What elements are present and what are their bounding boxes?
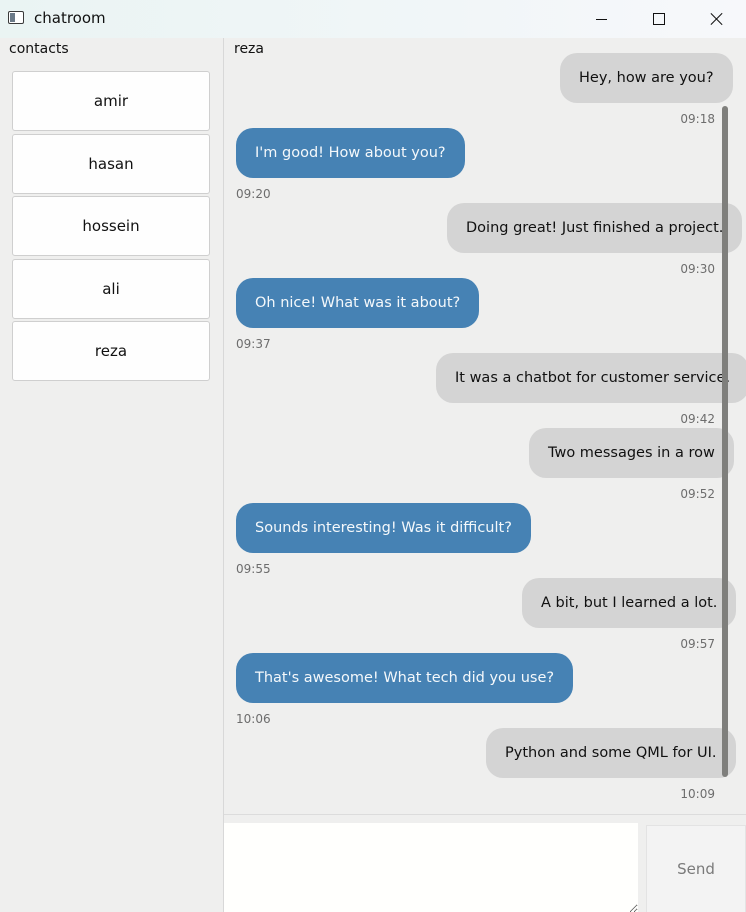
- message-bubble-incoming: That's awesome! What tech did you use?: [236, 653, 574, 703]
- message-time: 09:20: [236, 187, 271, 201]
- title-bar: chatroom: [0, 0, 746, 38]
- message-time: 10:06: [236, 712, 271, 726]
- contact-item-amir[interactable]: amir: [12, 71, 210, 131]
- message-time: 09:52: [680, 487, 715, 501]
- close-button[interactable]: [688, 0, 746, 38]
- app-window-icon: [8, 11, 24, 24]
- contact-item-hasan[interactable]: hasan: [12, 134, 210, 194]
- message-bubble-incoming: Oh nice! What was it about?: [236, 278, 480, 328]
- minimize-button[interactable]: [572, 0, 630, 38]
- message-time: 09:42: [680, 412, 715, 426]
- message-input[interactable]: [224, 823, 638, 912]
- window-title: chatroom: [34, 9, 106, 27]
- chatroom-window: chatroom contacts amir hasan hossein ali…: [0, 0, 746, 912]
- message-bubble-incoming: Sounds interesting! Was it difficult?: [236, 503, 531, 553]
- contact-item-reza[interactable]: reza: [12, 321, 210, 381]
- message-bubble-outgoing: Doing great! Just finished a project.: [447, 203, 743, 253]
- contacts-heading: contacts: [9, 41, 69, 57]
- message-time: 09:18: [680, 112, 715, 126]
- maximize-icon: [653, 13, 665, 25]
- message-time: 10:09: [680, 787, 715, 801]
- contact-item-hossein[interactable]: hossein: [12, 196, 210, 256]
- message-time: 09:37: [236, 337, 271, 351]
- send-button[interactable]: Send: [646, 825, 746, 912]
- message-time: 09:30: [680, 262, 715, 276]
- message-time: 09:57: [680, 637, 715, 651]
- contact-item-ali[interactable]: ali: [12, 259, 210, 319]
- message-bubble-outgoing: Two messages in a row: [529, 428, 734, 478]
- contacts-panel: contacts amir hasan hossein ali reza: [0, 38, 224, 912]
- close-icon: [710, 12, 724, 26]
- message-bubble-outgoing: Python and some QML for UI.: [486, 728, 736, 778]
- message-time: 09:55: [236, 562, 271, 576]
- message-bubble-outgoing: Hey, how are you?: [560, 53, 733, 103]
- minimize-icon: [595, 18, 607, 20]
- maximize-button[interactable]: [630, 0, 688, 38]
- chat-contact-name: reza: [234, 41, 264, 57]
- chat-area[interactable]: reza Hey, how are you? 09:18 I'm good! H…: [224, 38, 746, 814]
- message-bubble-outgoing: It was a chatbot for customer service.: [436, 353, 746, 403]
- message-bubble-incoming: I'm good! How about you?: [236, 128, 465, 178]
- chat-scrollbar[interactable]: [722, 106, 728, 777]
- message-bubble-outgoing: A bit, but I learned a lot.: [522, 578, 737, 628]
- composer: Send: [224, 814, 746, 912]
